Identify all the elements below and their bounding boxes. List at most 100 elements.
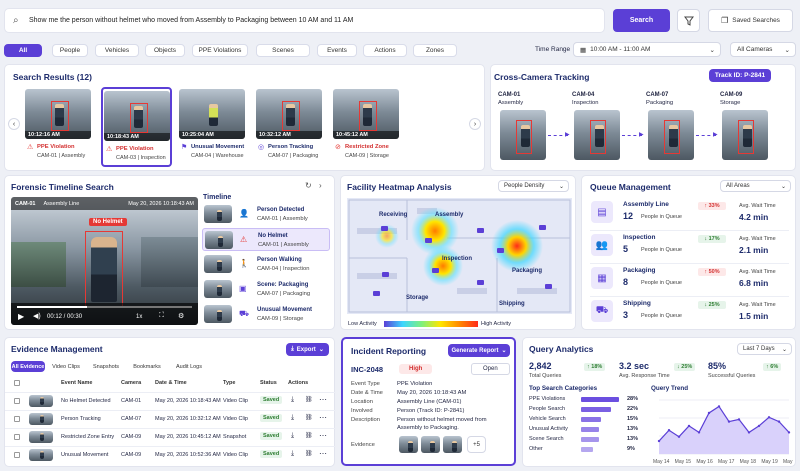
row-checkbox[interactable] <box>14 434 20 440</box>
trend-point <box>727 420 731 423</box>
link-icon[interactable]: ⛓ <box>305 414 313 421</box>
walking-icon: 🚶 <box>239 259 249 268</box>
download-icon[interactable]: ⤓ <box>291 450 294 458</box>
chevron-right-icon[interactable]: › <box>319 181 322 190</box>
tab-all[interactable]: All <box>4 44 42 57</box>
trend-point <box>717 405 721 408</box>
more-icon[interactable]: ⋯ <box>319 395 327 404</box>
fullscreen-icon[interactable]: ⛶ <box>159 312 164 320</box>
evidence-tab-video-clips[interactable]: Video Clips <box>47 361 85 372</box>
thumb-person <box>39 450 44 459</box>
zone-packaging: Packaging <box>512 268 542 274</box>
result-card[interactable]: 10:45:12 AM ⊘ Restricted Zone CAM-09 | Stor… <box>332 87 403 167</box>
result-card[interactable]: 10:25:04 AM ⚑ Unusual Movement CAM-04 | War… <box>178 87 249 167</box>
range-select[interactable]: Last 7 Days ⌄ <box>737 343 792 355</box>
select-all-checkbox[interactable] <box>14 380 20 386</box>
time-range-select[interactable]: ▦ 10:00 AM - 11:00 AM ⌄ <box>573 42 721 57</box>
table-row[interactable]: Restricted Zone Entry CAM-09 May 20, 2026 … <box>5 428 336 444</box>
progress-track[interactable] <box>17 306 192 308</box>
result-label: PPE Violation <box>37 144 75 150</box>
more-icon[interactable]: ⋯ <box>319 449 327 458</box>
timeline-thumb <box>204 280 232 298</box>
export-button[interactable]: ⤓ Export ⌄ <box>286 343 329 356</box>
timeline-item[interactable]: 👤 Person Detected CAM-01 | Assembly <box>202 203 330 226</box>
evidence-thumb-2[interactable] <box>421 436 440 453</box>
category-bar <box>581 437 599 442</box>
tab-objects[interactable]: Objects <box>145 44 185 57</box>
tab-people[interactable]: People <box>52 44 88 57</box>
search-query: Show me the person without helmet who mo… <box>29 17 354 24</box>
download-icon[interactable]: ⤓ <box>291 396 294 404</box>
evidence-tab-snapshots[interactable]: Snapshots <box>87 361 125 372</box>
prev-button[interactable]: ‹ <box>8 118 20 130</box>
tab-actions[interactable]: Actions <box>363 44 407 57</box>
tab-zones[interactable]: Zones <box>413 44 457 57</box>
search-bar[interactable]: ⌕ Show me the person without helmet who … <box>4 8 605 33</box>
evidence-tab-bookmarks[interactable]: Bookmarks <box>127 361 167 372</box>
track-thumbnail[interactable] <box>574 110 620 160</box>
tab-ppe-violations[interactable]: PPE Violations <box>192 44 248 57</box>
track-thumbnail[interactable] <box>722 110 768 160</box>
trend-x-label: May 16 <box>696 459 713 465</box>
table-row[interactable]: Unusual Movement CAM-09 May 20, 2026 10:52… <box>5 446 336 462</box>
search-button[interactable]: Search <box>613 9 670 32</box>
table-row[interactable]: Person Tracking CAM-07 May 20, 2026 10:32:… <box>5 410 336 426</box>
cameras-select[interactable]: All Cameras ⌄ <box>730 42 796 57</box>
evidence-tab-audit-logs[interactable]: Audit Logs <box>169 361 209 372</box>
volume-icon[interactable]: ◀) <box>33 312 41 320</box>
timeline-item[interactable]: 🚶 Person Walking CAM-04 | Inspection <box>202 253 330 276</box>
incident-field-value: Person (Track ID: P-2841) <box>397 408 465 414</box>
speed-control[interactable]: 1x <box>136 314 142 320</box>
evidence-tab-all-evidence[interactable]: All Evidence <box>11 361 45 372</box>
trend-point <box>677 435 681 438</box>
row-checkbox[interactable] <box>14 452 20 458</box>
timeline-item[interactable]: ▣ Scene: Packaging CAM-07 | Packaging <box>202 278 330 301</box>
evidence-thumb-3[interactable] <box>443 436 462 453</box>
link-icon[interactable]: ⛓ <box>305 396 313 403</box>
queue-change-badge: ↑ 33% <box>698 202 726 210</box>
tab-vehicles[interactable]: Vehicles <box>95 44 139 57</box>
play-icon[interactable]: ▶ <box>18 312 24 321</box>
saved-searches-button[interactable]: ❐ Saved Searches <box>708 9 793 32</box>
more-icon[interactable]: ⋯ <box>319 431 327 440</box>
trend-point <box>767 416 771 419</box>
result-card[interactable]: 10:32:12 AM ◎ Person Tracking CAM-07 | Pack… <box>255 87 326 167</box>
result-label: Restricted Zone <box>345 144 389 150</box>
next-button[interactable]: › <box>469 118 481 130</box>
heatmap-map[interactable]: Receiving Assembly Inspection Packaging … <box>347 198 572 314</box>
row-checkbox[interactable] <box>14 398 20 404</box>
density-select[interactable]: People Density ⌄ <box>498 180 569 192</box>
state-badge[interactable]: Open <box>471 363 510 375</box>
queue-change-badge: ↓ 17% <box>698 235 726 243</box>
result-card[interactable]: 10:12:16 AM ⚠ PPE Violation CAM-01 | Assemb… <box>24 87 95 167</box>
more-icon[interactable]: ⋯ <box>319 413 327 422</box>
timeline-item[interactable]: ⚠ No Helmet CAM-01 | Assembly <box>202 228 330 251</box>
table-row[interactable]: No Helmet Detected CAM-01 May 20, 2026 10:… <box>5 392 336 408</box>
category-pct: 13% <box>627 436 639 442</box>
tab-events[interactable]: Events <box>317 44 357 57</box>
incident-field-key: Description <box>351 417 380 423</box>
video-player[interactable]: CAM-01 Assembly Line May 20, 2026 10:18:… <box>11 197 198 325</box>
timeline-item[interactable]: ⛟ Unusual Movement CAM-09 | Storage <box>202 303 330 326</box>
more-evidence-button[interactable]: +5 <box>467 436 486 453</box>
download-icon[interactable]: ⤓ <box>291 432 294 440</box>
settings-icon[interactable]: ⚙ <box>178 312 184 320</box>
tab-scenes[interactable]: Scenes <box>256 44 310 57</box>
result-camera: CAM-03 | Inspection <box>116 155 166 161</box>
track-thumbnail[interactable] <box>648 110 694 160</box>
link-icon[interactable]: ⛓ <box>305 450 313 457</box>
areas-select[interactable]: All Areas ⌄ <box>720 180 791 192</box>
filter-button[interactable] <box>677 9 700 32</box>
result-label: Unusual Movement <box>191 144 245 150</box>
evidence-thumb-1[interactable] <box>399 436 418 453</box>
download-icon[interactable]: ⤓ <box>291 414 294 422</box>
search-results-panel: Search Results (12) ‹ › 10:12:16 AM ⚠ PPE … <box>4 64 485 171</box>
refresh-icon[interactable]: ↻ <box>305 181 312 190</box>
generate-report-button[interactable]: Generate Report ⌄ <box>448 344 510 357</box>
row-checkbox[interactable] <box>14 416 20 422</box>
stat-value: 2,842 <box>529 361 552 371</box>
link-icon[interactable]: ⛓ <box>305 432 313 439</box>
thumb-person <box>39 396 44 405</box>
result-card[interactable]: 10:18:43 AM ⚠ PPE Violation CAM-03 | Inspec… <box>101 87 172 167</box>
track-thumbnail[interactable] <box>500 110 546 160</box>
